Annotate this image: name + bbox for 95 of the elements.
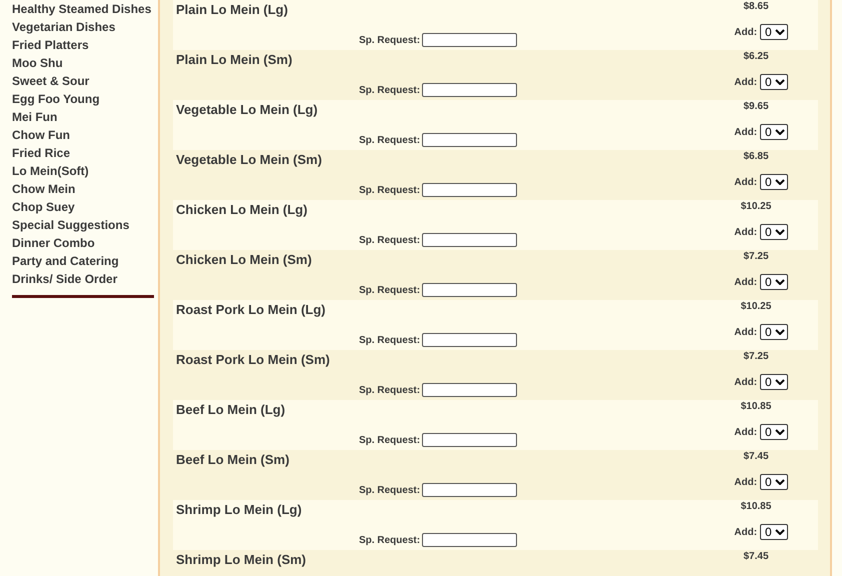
sidebar-link[interactable]: Vegetarian Dishes	[12, 18, 154, 36]
add-label: Add:	[734, 476, 758, 488]
price: $7.45	[743, 551, 769, 563]
quantity-dropdown[interactable]: 0	[760, 224, 788, 240]
add-label: Add:	[734, 226, 758, 238]
caret-icon	[774, 279, 785, 285]
caret-icon	[774, 529, 785, 535]
request-label: Sp. Request:	[358, 534, 420, 546]
request-field[interactable]	[422, 33, 518, 47]
caret-icon	[774, 29, 785, 35]
request-field[interactable]	[422, 333, 518, 347]
sidebar-link[interactable]: Chop Suey	[12, 198, 154, 216]
add-label: Add:	[734, 376, 758, 388]
price: $9.65	[743, 101, 769, 113]
quantity-dropdown[interactable]: 0	[760, 174, 788, 190]
request-field[interactable]	[422, 383, 518, 397]
dish-name: Chicken Lo Mein (Lg)	[176, 202, 308, 218]
quantity-dropdown[interactable]: 0	[760, 474, 788, 490]
sidebar-link[interactable]: Drinks/ Side Order	[12, 270, 154, 288]
sidebar-link[interactable]: Special Suggestions	[12, 216, 154, 234]
dish-name: Shrimp Lo Mein (Sm)	[176, 552, 307, 568]
quantity-dropdown[interactable]: 0	[760, 124, 788, 140]
sidebar-link[interactable]: Fried Rice	[12, 144, 154, 162]
caret-icon	[774, 179, 785, 185]
request-label: Sp. Request:	[358, 34, 420, 46]
request-field[interactable]	[422, 283, 518, 297]
caret-icon	[774, 429, 785, 435]
quantity-dropdown[interactable]: 0	[760, 24, 788, 40]
quantity-dropdown[interactable]: 0	[760, 74, 788, 90]
sidebar-link[interactable]: Healthy Steamed Dishes	[12, 0, 154, 18]
caret-icon	[774, 329, 785, 335]
dish-name: Roast Pork Lo Mein (Lg)	[176, 302, 326, 318]
request-label: Sp. Request:	[358, 434, 420, 446]
price: $10.25	[740, 301, 772, 313]
quantity-dropdown[interactable]: 0	[760, 424, 788, 440]
caret-icon	[774, 79, 785, 85]
caret-icon	[774, 479, 785, 485]
price: $6.25	[743, 51, 769, 63]
sidebar-link[interactable]: Chow Mein	[12, 180, 154, 198]
sidebar-link[interactable]: Chow Fun	[12, 126, 154, 144]
add-label: Add:	[734, 526, 758, 538]
sidebar-link[interactable]: Dinner Combo	[12, 234, 154, 252]
request-label: Sp. Request:	[358, 84, 420, 96]
dish-name: Shrimp Lo Mein (Lg)	[176, 502, 303, 518]
sidebar-link[interactable]: Fried Platters	[12, 36, 154, 54]
request-field[interactable]	[422, 433, 518, 447]
dish-name: Beef Lo Mein (Sm)	[176, 452, 290, 468]
add-label: Add:	[734, 176, 758, 188]
add-label: Add:	[734, 76, 758, 88]
request-label: Sp. Request:	[358, 484, 420, 496]
price: $6.85	[743, 151, 769, 163]
request-field[interactable]	[422, 83, 518, 97]
request-field[interactable]	[422, 183, 518, 197]
request-field[interactable]	[422, 483, 518, 497]
dish-name: Roast Pork Lo Mein (Sm)	[176, 352, 331, 368]
quantity-dropdown[interactable]: 0	[760, 374, 788, 390]
price: $8.65	[743, 1, 769, 13]
add-label: Add:	[734, 26, 758, 38]
price: $7.25	[743, 351, 769, 363]
caret-icon	[774, 379, 785, 385]
add-label: Add:	[734, 276, 758, 288]
caret-icon	[774, 129, 785, 135]
request-field[interactable]	[422, 233, 518, 247]
request-field[interactable]	[422, 533, 518, 547]
sidebar-link[interactable]: Egg Foo Young	[12, 90, 154, 108]
dish-name: Vegetable Lo Mein (Lg)	[176, 102, 319, 118]
price: $10.25	[740, 201, 772, 213]
price: $7.25	[743, 251, 769, 263]
add-label: Add:	[734, 326, 758, 338]
price: $7.45	[743, 451, 769, 463]
request-label: Sp. Request:	[358, 184, 420, 196]
request-field[interactable]	[422, 133, 518, 147]
dish-name: Plain Lo Mein (Sm)	[176, 52, 294, 68]
sidebar-link[interactable]: Lo Mein(Soft)	[12, 162, 154, 180]
request-label: Sp. Request:	[358, 334, 420, 346]
sidebar-link[interactable]: Moo Shu	[12, 54, 154, 72]
sidebar-link[interactable]: Sweet & Sour	[12, 72, 154, 90]
quantity-dropdown[interactable]: 0	[760, 324, 788, 340]
quantity-dropdown[interactable]: 0	[760, 524, 788, 540]
request-label: Sp. Request:	[358, 234, 420, 246]
sidebar-link[interactable]: Party and Catering	[12, 252, 154, 270]
request-label: Sp. Request:	[358, 134, 420, 146]
dish-name: Plain Lo Mein (Lg)	[176, 2, 289, 18]
add-label: Add:	[734, 126, 758, 138]
price: $10.85	[740, 401, 772, 413]
price: $10.85	[740, 501, 772, 513]
dish-name: Beef Lo Mein (Lg)	[176, 402, 286, 418]
request-label: Sp. Request:	[358, 284, 420, 296]
request-label: Sp. Request:	[358, 384, 420, 396]
quantity-dropdown[interactable]: 0	[760, 274, 788, 290]
add-label: Add:	[734, 426, 758, 438]
dish-name: Chicken Lo Mein (Sm)	[176, 252, 313, 268]
caret-icon	[774, 229, 785, 235]
sidebar-link[interactable]: Mei Fun	[12, 108, 154, 126]
dish-name: Vegetable Lo Mein (Sm)	[176, 152, 323, 168]
